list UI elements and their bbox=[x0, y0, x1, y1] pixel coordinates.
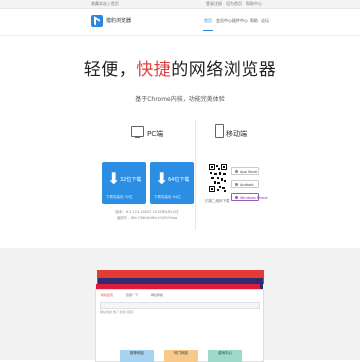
android-button[interactable]: Android bbox=[231, 180, 259, 188]
mock-address-bar bbox=[100, 302, 260, 309]
download-arrow-icon: ⬇ bbox=[107, 169, 121, 188]
main-navigation: 猎豹浏览器 首页 会员中心 插件中心 帮助 论坛 bbox=[0, 9, 360, 36]
phone-icon bbox=[215, 124, 224, 138]
topbar-left-links[interactable]: 收藏本站 | 首页 bbox=[91, 1, 119, 7]
headline-part-2: 的网络浏览器 bbox=[171, 60, 277, 80]
android-icon bbox=[235, 183, 238, 186]
logo-text[interactable]: 猎豹浏览器 bbox=[106, 17, 131, 24]
nav-item-forum[interactable]: 论坛 bbox=[261, 18, 269, 24]
page-title: 轻便，快捷的网络浏览器 bbox=[0, 55, 360, 80]
download-32bit-label: 32位下载 bbox=[120, 177, 142, 183]
qr-caption: 扫描二维码下载 bbox=[205, 199, 230, 203]
help-link[interactable]: 帮助中心 bbox=[246, 1, 262, 7]
android-label: Android bbox=[240, 183, 254, 187]
monitor-icon bbox=[131, 126, 144, 138]
page-subtitle: 基于Chrome内核，功能完美体验 bbox=[135, 96, 225, 103]
nav-item-home[interactable]: 首页 bbox=[204, 18, 212, 24]
headline-part-1: 轻便， bbox=[83, 60, 137, 80]
browser-mockup: 新标签页 百度一下 网址导航 网址导航 热门 新闻 视频 推荐网站 热门网站 游… bbox=[95, 289, 264, 362]
login-link[interactable]: 登录注册 bbox=[206, 1, 222, 7]
mock-bookmark-bar: 网址导航 热门 新闻 视频 bbox=[100, 310, 133, 314]
qr-code-icon bbox=[208, 163, 228, 193]
version-info: 版本：6.5.115.18552 2019年6月10日 bbox=[115, 210, 179, 214]
download-64bit-button[interactable]: ⬇ 64位下载 下载安装包 64位 bbox=[150, 162, 194, 204]
nav-item-plugins[interactable]: 插件中心 bbox=[232, 18, 248, 24]
mock-tile-1: 推荐网站 bbox=[120, 350, 154, 362]
download-64bit-label: 64位下载 bbox=[168, 177, 190, 183]
top-utility-bar: 收藏本站 | 首页 登录注册 设为首页 帮助中心 bbox=[0, 0, 360, 9]
section-divider bbox=[195, 120, 196, 230]
nav-item-help[interactable]: 帮助 bbox=[250, 18, 258, 24]
logo-icon[interactable] bbox=[91, 15, 103, 27]
mock-tile-2: 热门网站 bbox=[164, 350, 198, 362]
download-32bit-sublabel: 下载安装包 32位 bbox=[106, 195, 133, 199]
apple-icon bbox=[235, 170, 238, 173]
mock-tab-3: 网址导航 bbox=[151, 293, 164, 297]
nav-item-member[interactable]: 会员中心 bbox=[216, 18, 232, 24]
windows-icon bbox=[235, 196, 238, 199]
mobile-section-label: 移动端 bbox=[226, 130, 247, 138]
nav-active-indicator bbox=[203, 30, 213, 31]
mock-tab-2: 百度一下 bbox=[126, 293, 139, 297]
windows-phone-label: Windows Phone bbox=[240, 196, 268, 200]
mock-tile-3: 游戏中心 bbox=[208, 350, 242, 362]
headline-highlight: 快捷 bbox=[136, 60, 172, 80]
app-store-button[interactable]: App Store bbox=[231, 167, 259, 175]
download-64bit-sublabel: 下载安装包 64位 bbox=[154, 195, 181, 199]
download-arrow-icon: ⬇ bbox=[155, 169, 169, 188]
compatibility-info: 适用于：Win7/Win8/Win10/XP/Vista bbox=[116, 216, 178, 220]
windows-phone-button[interactable]: Windows Phone bbox=[231, 193, 268, 201]
mock-tab-1: 新标签页 bbox=[101, 293, 114, 297]
pc-section-label: PC端 bbox=[147, 130, 164, 138]
set-homepage-link[interactable]: 设为首页 bbox=[226, 1, 242, 7]
download-32bit-button[interactable]: ⬇ 32位下载 下载安装包 32位 bbox=[102, 162, 146, 204]
app-store-label: App Store bbox=[240, 170, 258, 174]
